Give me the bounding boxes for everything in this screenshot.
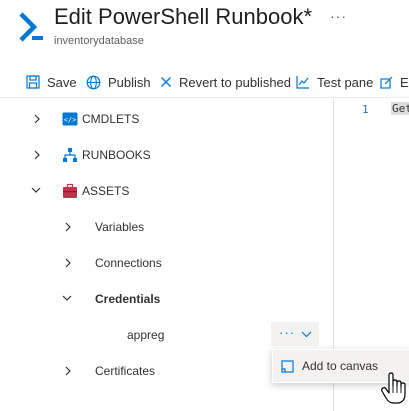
- tree-item-certificates[interactable]: Certificates: [95, 359, 155, 383]
- chevron-down-icon[interactable]: [31, 185, 41, 195]
- tree-label: Variables: [95, 220, 145, 234]
- add-to-canvas-icon: [281, 359, 294, 373]
- save-icon: [26, 75, 40, 89]
- test-pane-button[interactable]: Test pane: [296, 73, 373, 91]
- briefcase-icon: [63, 183, 77, 198]
- tree-item-credentials[interactable]: Credentials: [95, 287, 160, 311]
- chart-line-icon: [296, 76, 309, 89]
- tree-item-runbooks[interactable]: RUNBOOKS: [62, 143, 151, 167]
- page-title: Edit PowerShell Runbook*: [54, 4, 313, 29]
- tree-label: ASSETS: [82, 184, 130, 198]
- powershell-logo-icon: [19, 12, 43, 42]
- tree-item-variables[interactable]: Variables: [95, 215, 144, 239]
- chevron-right-icon[interactable]: [63, 258, 73, 268]
- save-button[interactable]: Save: [26, 73, 77, 91]
- chevron-down-icon[interactable]: [62, 293, 72, 303]
- close-icon: [161, 77, 171, 87]
- edit-button-truncated[interactable]: E: [380, 73, 409, 91]
- tree-label: RUNBOOKS: [82, 148, 151, 162]
- tree-item-connections[interactable]: Connections: [95, 251, 162, 275]
- chevron-right-icon[interactable]: [63, 366, 73, 376]
- more-options-button[interactable]: ···: [330, 8, 347, 24]
- revert-label: Revert to published: [179, 74, 292, 90]
- truncated-label: E: [400, 74, 409, 90]
- chevron-right-icon[interactable]: [32, 114, 42, 124]
- test-pane-label: Test pane: [317, 74, 374, 90]
- chevron-down-icon[interactable]: [301, 329, 312, 339]
- cmdlet-icon: </>: [62, 112, 78, 126]
- tree-label: Certificates: [95, 364, 156, 378]
- hierarchy-icon: [63, 148, 77, 162]
- publish-button[interactable]: Publish: [86, 73, 151, 91]
- tree-label: Connections: [95, 256, 162, 270]
- save-label: Save: [47, 74, 77, 90]
- chevron-right-icon[interactable]: [63, 222, 73, 232]
- hand-cursor-icon: [381, 372, 406, 404]
- tree-label: appreg: [127, 328, 165, 342]
- command-bar: Save Publish Revert to published Test pa…: [0, 64, 409, 98]
- item-actions[interactable]: ···: [271, 322, 319, 346]
- tree-label: CMDLETS: [82, 112, 140, 126]
- revert-to-published-button[interactable]: Revert to published: [160, 73, 291, 91]
- page-header: Edit PowerShell Runbook* ··· inventoryda…: [0, 0, 409, 62]
- publish-label: Publish: [108, 74, 151, 90]
- chevron-right-icon[interactable]: [32, 150, 42, 160]
- resource-subtitle: inventorydatabase: [54, 35, 144, 47]
- edit-icon: [380, 76, 393, 89]
- menu-item-label: Add to canvas: [302, 359, 379, 373]
- svg-text:</>: </>: [64, 116, 77, 124]
- globe-icon: [86, 75, 101, 89]
- line-number: 1: [362, 103, 369, 116]
- tree-label: Credentials: [95, 292, 161, 306]
- tree-item-cmdlets[interactable]: </> CMDLETS: [62, 107, 139, 131]
- tree-item-appreg[interactable]: appreg: [127, 323, 164, 347]
- more-actions-button[interactable]: ···: [279, 325, 295, 340]
- code-text[interactable]: Get: [391, 102, 409, 115]
- tree-item-assets[interactable]: ASSETS: [62, 179, 129, 203]
